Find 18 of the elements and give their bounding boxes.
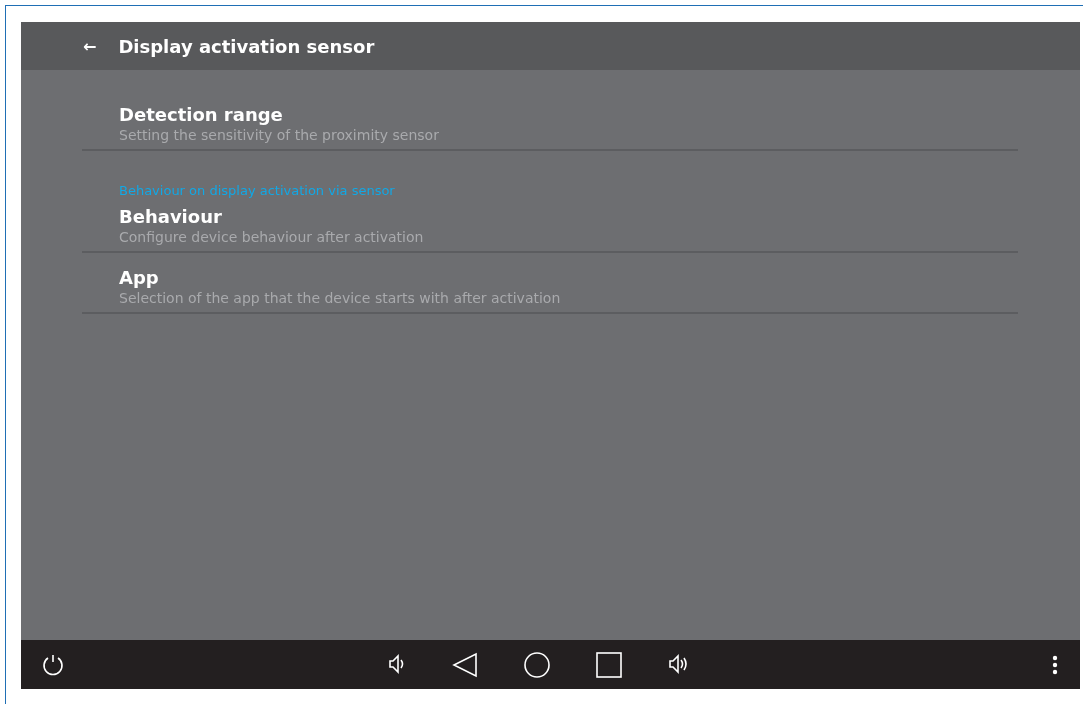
back-icon[interactable]	[452, 651, 478, 678]
settings-item[interactable]: Detection range Setting the sensitivity of the proximity sensor	[82, 104, 1018, 151]
volume-down-icon[interactable]	[388, 651, 406, 676]
more-icon[interactable]	[1052, 654, 1058, 675]
settings-item[interactable]: Behaviour Configure device behaviour after activation	[82, 206, 1018, 253]
settings-item[interactable]: App Selection of the app that the device starts with after activation	[82, 267, 1018, 314]
home-icon[interactable]	[524, 651, 550, 678]
screen-title: Display activation sensor	[118, 35, 375, 57]
section-header: Behaviour on display activation via sensor	[118, 182, 396, 200]
volume-up-icon[interactable]	[668, 651, 690, 676]
recents-icon[interactable]	[596, 651, 622, 678]
item-subtitle: Setting the sensitivity of the proximity sensor	[119, 126, 440, 144]
item-title: App	[119, 267, 160, 289]
item-subtitle: Configure device behaviour after activation	[119, 228, 425, 246]
item-title: Behaviour	[119, 206, 223, 228]
back-button[interactable]: ←	[83, 36, 97, 56]
item-subtitle: Selection of the app that the device starts with after activation	[119, 289, 562, 307]
item-title: Detection range	[119, 104, 284, 126]
